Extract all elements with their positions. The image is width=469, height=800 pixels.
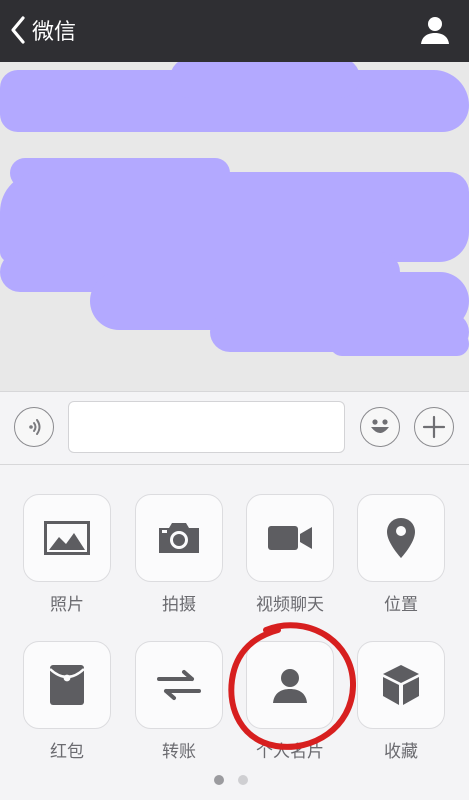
tile-icon-box — [357, 494, 445, 582]
emoji-button[interactable] — [360, 407, 400, 447]
location-tile[interactable]: 位置 — [357, 494, 445, 615]
chat-info-button[interactable] — [419, 14, 451, 46]
tile-icon-box — [357, 641, 445, 729]
chevron-left-icon — [11, 16, 25, 44]
tile-label: 视频聊天 — [256, 595, 324, 615]
favorites-tile[interactable]: 收藏 — [357, 641, 445, 762]
page-indicator — [214, 775, 248, 785]
red-packet-tile[interactable]: 红包 — [23, 641, 111, 762]
tile-icon-box — [246, 641, 334, 729]
tile-label: 位置 — [384, 595, 418, 615]
more-button[interactable] — [414, 407, 454, 447]
chat-history — [0, 62, 469, 391]
contact-card-tile[interactable]: 个人名片 — [246, 641, 334, 762]
red-packet-icon — [49, 665, 85, 705]
video-chat-tile[interactable]: 视频聊天 — [246, 494, 334, 615]
photos-tile[interactable]: 照片 — [23, 494, 111, 615]
voice-icon — [29, 419, 41, 435]
video-camera-icon — [268, 526, 312, 550]
tile-icon-box — [246, 494, 334, 582]
tile-icon-box — [135, 641, 223, 729]
page-dot-active[interactable] — [214, 775, 224, 785]
back-label: 微信 — [32, 20, 77, 45]
transfer-arrows-icon — [157, 670, 201, 700]
tile-label: 个人名片 — [256, 742, 324, 762]
redaction-scribble — [170, 62, 360, 98]
location-pin-icon — [387, 518, 415, 558]
camera-icon — [159, 523, 199, 553]
tile-icon-box — [135, 494, 223, 582]
redaction-scribble — [0, 172, 469, 262]
page-dot[interactable] — [238, 775, 248, 785]
tile-label: 拍摄 — [162, 595, 196, 615]
navigation-bar: 微信 — [0, 0, 469, 62]
back-button[interactable]: 微信 — [10, 12, 76, 48]
tile-label: 收藏 — [384, 742, 418, 762]
tile-label: 转账 — [162, 742, 196, 762]
favorites-cube-icon — [383, 665, 419, 705]
person-icon — [421, 17, 449, 44]
tile-icon-box — [23, 494, 111, 582]
tile-icon-box — [23, 641, 111, 729]
contact-card-icon — [273, 669, 307, 703]
plus-icon — [422, 415, 446, 439]
transfer-tile[interactable]: 转账 — [135, 641, 223, 762]
camera-tile[interactable]: 拍摄 — [135, 494, 223, 615]
tile-label: 照片 — [50, 595, 84, 615]
smiley-icon — [371, 419, 389, 433]
voice-button[interactable] — [14, 407, 54, 447]
redaction-scribble — [330, 332, 469, 356]
message-input[interactable] — [68, 401, 345, 453]
image-icon — [44, 521, 90, 555]
input-bar — [0, 391, 469, 465]
tile-label: 红包 — [50, 742, 84, 762]
